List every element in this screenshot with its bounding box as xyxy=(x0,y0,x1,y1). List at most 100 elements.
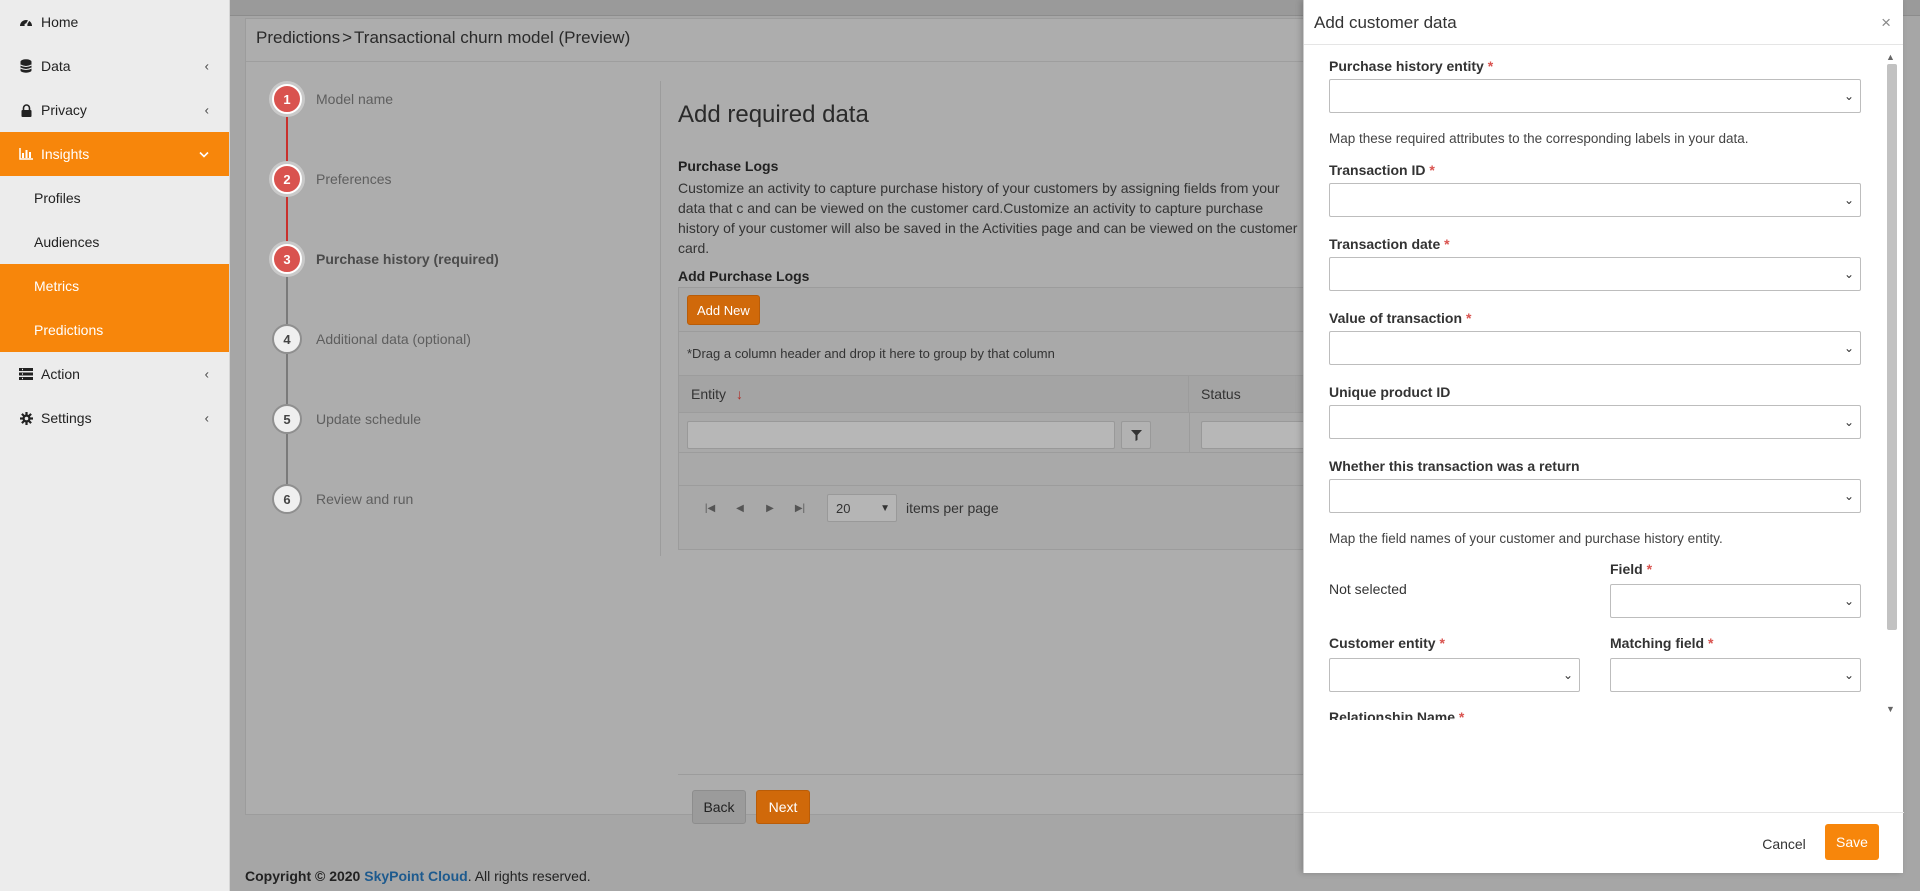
chevron-down-icon: ⌄ xyxy=(1843,89,1854,103)
chevron-left-icon: ‹ xyxy=(204,58,209,74)
scroll-down-icon[interactable]: ▼ xyxy=(1886,704,1895,714)
step-model-name[interactable]: 1 Model name xyxy=(272,84,393,114)
dialog-footer: Cancel Save xyxy=(1304,812,1904,873)
sidebar-item-privacy[interactable]: Privacy ‹ xyxy=(0,88,229,132)
column-header-label: Entity xyxy=(691,386,727,402)
sidebar-item-settings[interactable]: Settings ‹ xyxy=(0,396,229,440)
database-icon xyxy=(18,59,34,73)
label-text: Purchase history entity xyxy=(1329,58,1484,74)
add-new-button[interactable]: Add New xyxy=(687,295,760,325)
back-button[interactable]: Back xyxy=(692,790,746,824)
sidebar-item-action[interactable]: Action ‹ xyxy=(0,352,229,396)
required-mark: * xyxy=(1444,236,1450,252)
label-text: Transaction ID xyxy=(1329,162,1426,178)
add-customer-data-dialog: Add customer data × Purchase history ent… xyxy=(1303,0,1904,873)
required-mark: * xyxy=(1487,58,1494,74)
column-header-entity[interactable]: Entity ↓ xyxy=(679,376,1189,412)
purchase-logs-title: Purchase Logs xyxy=(678,158,779,174)
chevron-down-icon: ⌄ xyxy=(1843,594,1854,608)
step-label: Additional data (optional) xyxy=(316,331,471,347)
matching-field-select[interactable]: ⌄ xyxy=(1610,658,1861,692)
purchase-history-entity-select[interactable]: ⌄ xyxy=(1329,79,1861,113)
step-number: 3 xyxy=(272,244,302,274)
chevron-down-icon: ⌄ xyxy=(1562,668,1573,682)
chevron-down-icon: ⌄ xyxy=(1843,341,1854,355)
step-update-schedule[interactable]: 5 Update schedule xyxy=(272,404,421,434)
entity-filter-input[interactable] xyxy=(687,421,1115,449)
step-purchase-history[interactable]: 3 Purchase history (required) xyxy=(272,244,499,274)
sidebar-subitem-metrics[interactable]: Metrics xyxy=(0,264,229,308)
scroll-up-icon[interactable]: ▲ xyxy=(1886,52,1895,62)
value-of-transaction-label: Value of transaction * xyxy=(1329,310,1471,326)
scroll-thumb[interactable] xyxy=(1887,64,1897,630)
divider xyxy=(1189,413,1190,453)
sidebar-item-home[interactable]: Home xyxy=(0,0,229,44)
sidebar-item-insights[interactable]: Insights xyxy=(0,132,229,176)
first-page-icon[interactable]: |◀ xyxy=(695,503,725,514)
relationship-name-label: Relationship Name * xyxy=(1329,709,1464,720)
step-label: Update schedule xyxy=(316,411,422,427)
customer-entity-label: Customer entity * xyxy=(1329,635,1445,651)
items-per-page-label: items per page xyxy=(906,500,999,516)
step-number: 5 xyxy=(272,404,302,434)
value-of-transaction-select[interactable]: ⌄ xyxy=(1329,331,1861,365)
breadcrumb-root[interactable]: Predictions xyxy=(256,28,340,47)
add-purchase-logs-title: Add Purchase Logs xyxy=(678,268,810,284)
field-select[interactable]: ⌄ xyxy=(1610,584,1861,618)
sidebar-item-label: Action xyxy=(41,366,80,382)
bar-chart-icon xyxy=(18,148,34,160)
sidebar-item-label: Home xyxy=(41,14,79,30)
label-text: Value of transaction xyxy=(1329,310,1463,326)
unique-product-id-label: Unique product ID xyxy=(1329,384,1451,400)
filter-icon[interactable] xyxy=(1121,421,1151,449)
was-return-select[interactable]: ⌄ xyxy=(1329,479,1861,513)
cancel-button[interactable]: Cancel xyxy=(1756,827,1812,861)
dialog-header: Add customer data × xyxy=(1304,0,1903,45)
step-label: Model name xyxy=(316,91,394,107)
sidebar-subitem-profiles[interactable]: Profiles xyxy=(0,176,229,220)
chevron-down-icon xyxy=(199,147,209,162)
transaction-date-select[interactable]: ⌄ xyxy=(1329,257,1861,291)
breadcrumb-current: Transactional churn model (Preview) xyxy=(354,28,631,47)
brand-link[interactable]: SkyPoint Cloud xyxy=(364,868,467,884)
label-text: Relationship Name xyxy=(1329,709,1456,720)
save-button[interactable]: Save xyxy=(1825,824,1879,860)
map-fields-hint: Map the field names of your customer and… xyxy=(1329,531,1723,546)
page-size-value: 20 xyxy=(836,500,851,516)
next-page-icon[interactable]: ▶ xyxy=(755,503,785,514)
required-mark: * xyxy=(1439,635,1445,651)
not-selected-text: Not selected xyxy=(1329,581,1407,597)
step-label: Purchase history (required) xyxy=(316,251,499,267)
breadcrumb: Predictions > Transactional churn model (P… xyxy=(256,28,630,48)
required-mark: * xyxy=(1465,310,1472,326)
transaction-date-label: Transaction date * xyxy=(1329,236,1450,252)
step-number: 4 xyxy=(272,324,302,354)
dialog-scrollbar[interactable]: ▲ ▼ xyxy=(1885,52,1897,714)
purchase-history-entity-label: Purchase history entity * xyxy=(1329,58,1493,74)
chevron-down-icon: ⌄ xyxy=(1843,267,1854,281)
step-review-and-run[interactable]: 6 Review and run xyxy=(272,484,413,514)
list-icon xyxy=(18,368,34,380)
column-header-status[interactable]: Status xyxy=(1189,376,1241,412)
page-size-select[interactable]: 20 ▼ xyxy=(827,494,897,522)
last-page-icon[interactable]: ▶| xyxy=(785,503,815,514)
step-additional-data[interactable]: 4 Additional data (optional) xyxy=(272,324,471,354)
step-preferences[interactable]: 2 Preferences xyxy=(272,164,391,194)
sidebar-item-label: Data xyxy=(41,58,71,74)
sidebar-subitem-audiences[interactable]: Audiences xyxy=(0,220,229,264)
customer-entity-select[interactable]: ⌄ xyxy=(1329,658,1580,692)
step-number: 6 xyxy=(272,484,302,514)
chevron-down-icon: ⌄ xyxy=(1843,668,1854,682)
gear-icon xyxy=(18,411,34,425)
chevron-down-icon: ⌄ xyxy=(1843,415,1854,429)
next-button[interactable]: Next xyxy=(756,790,810,824)
prev-page-icon[interactable]: ◀ xyxy=(725,503,755,514)
sidebar-subitem-predictions[interactable]: Predictions xyxy=(0,308,229,352)
close-icon[interactable]: × xyxy=(1881,13,1891,33)
required-mark: * xyxy=(1458,709,1465,720)
unique-product-id-select[interactable]: ⌄ xyxy=(1329,405,1861,439)
chevron-left-icon: ‹ xyxy=(204,102,209,118)
sidebar-item-data[interactable]: Data ‹ xyxy=(0,44,229,88)
transaction-id-select[interactable]: ⌄ xyxy=(1329,183,1861,217)
chevron-down-icon: ⌄ xyxy=(1843,193,1854,207)
